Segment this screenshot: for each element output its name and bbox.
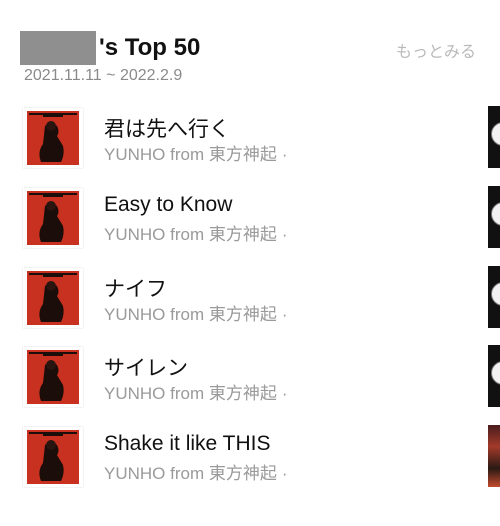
track-artist-name: YUNHO from 東方神起 bbox=[104, 145, 277, 164]
track-row[interactable]: Shake it like THIS YUNHO from 東方神起 · bbox=[0, 425, 500, 501]
separator-dot: · bbox=[281, 384, 288, 403]
adjacent-cover-image[interactable] bbox=[488, 106, 500, 168]
track-artist-name: YUNHO from 東方神起 bbox=[104, 384, 277, 403]
disc-icon bbox=[491, 202, 500, 226]
disc-icon bbox=[491, 282, 500, 306]
adjacent-cover-image[interactable] bbox=[488, 266, 500, 328]
date-range: 2021.11.11 ~ 2022.2.9 bbox=[24, 67, 183, 84]
track-row[interactable]: 君は先へ行く YUNHO from 東方神起 · bbox=[0, 106, 500, 182]
more-link[interactable]: もっとみる bbox=[396, 38, 476, 62]
separator-dot: · bbox=[281, 225, 288, 244]
album-cover-image[interactable] bbox=[23, 108, 83, 168]
track-row[interactable]: Easy to Know YUNHO from 東方神起 · bbox=[0, 186, 500, 262]
top50-header: 's Top 50 bbox=[20, 30, 200, 66]
album-cover-image[interactable] bbox=[23, 188, 83, 248]
track-title: 君は先へ行く bbox=[104, 118, 230, 141]
track-title: ナイフ bbox=[104, 278, 167, 301]
redacted-username bbox=[20, 31, 96, 65]
disc-icon bbox=[491, 122, 500, 146]
album-cover-image[interactable] bbox=[23, 347, 83, 407]
album-cover-image[interactable] bbox=[23, 427, 83, 487]
track-artist-name: YUNHO from 東方神起 bbox=[104, 464, 277, 483]
track-artist: YUNHO from 東方神起 · bbox=[104, 140, 288, 165]
separator-dot: · bbox=[281, 305, 288, 324]
track-row[interactable]: サイレン YUNHO from 東方神起 · bbox=[0, 345, 500, 421]
track-title: サイレン bbox=[104, 357, 188, 380]
track-artist: YUNHO from 東方神起 · bbox=[104, 379, 288, 404]
adjacent-cover-image[interactable] bbox=[488, 345, 500, 407]
track-artist: YUNHO from 東方神起 · bbox=[104, 220, 288, 245]
top50-panel: 's Top 50 もっとみる 2021.11.11 ~ 2022.2.9 君は… bbox=[0, 0, 500, 526]
track-row[interactable]: ナイフ YUNHO from 東方神起 · bbox=[0, 266, 500, 342]
disc-icon bbox=[491, 361, 500, 385]
track-title: Easy to Know bbox=[104, 193, 233, 216]
separator-dot: · bbox=[281, 464, 288, 483]
track-artist-name: YUNHO from 東方神起 bbox=[104, 225, 277, 244]
adjacent-cover-image[interactable] bbox=[488, 425, 500, 487]
track-artist: YUNHO from 東方神起 · bbox=[104, 300, 288, 325]
album-cover-image[interactable] bbox=[23, 268, 83, 328]
track-artist: YUNHO from 東方神起 · bbox=[104, 459, 288, 484]
separator-dot: · bbox=[281, 145, 288, 164]
track-artist-name: YUNHO from 東方神起 bbox=[104, 305, 277, 324]
adjacent-cover-image[interactable] bbox=[488, 186, 500, 248]
page-title: 's Top 50 bbox=[99, 34, 201, 61]
track-title: Shake it like THIS bbox=[104, 432, 271, 455]
